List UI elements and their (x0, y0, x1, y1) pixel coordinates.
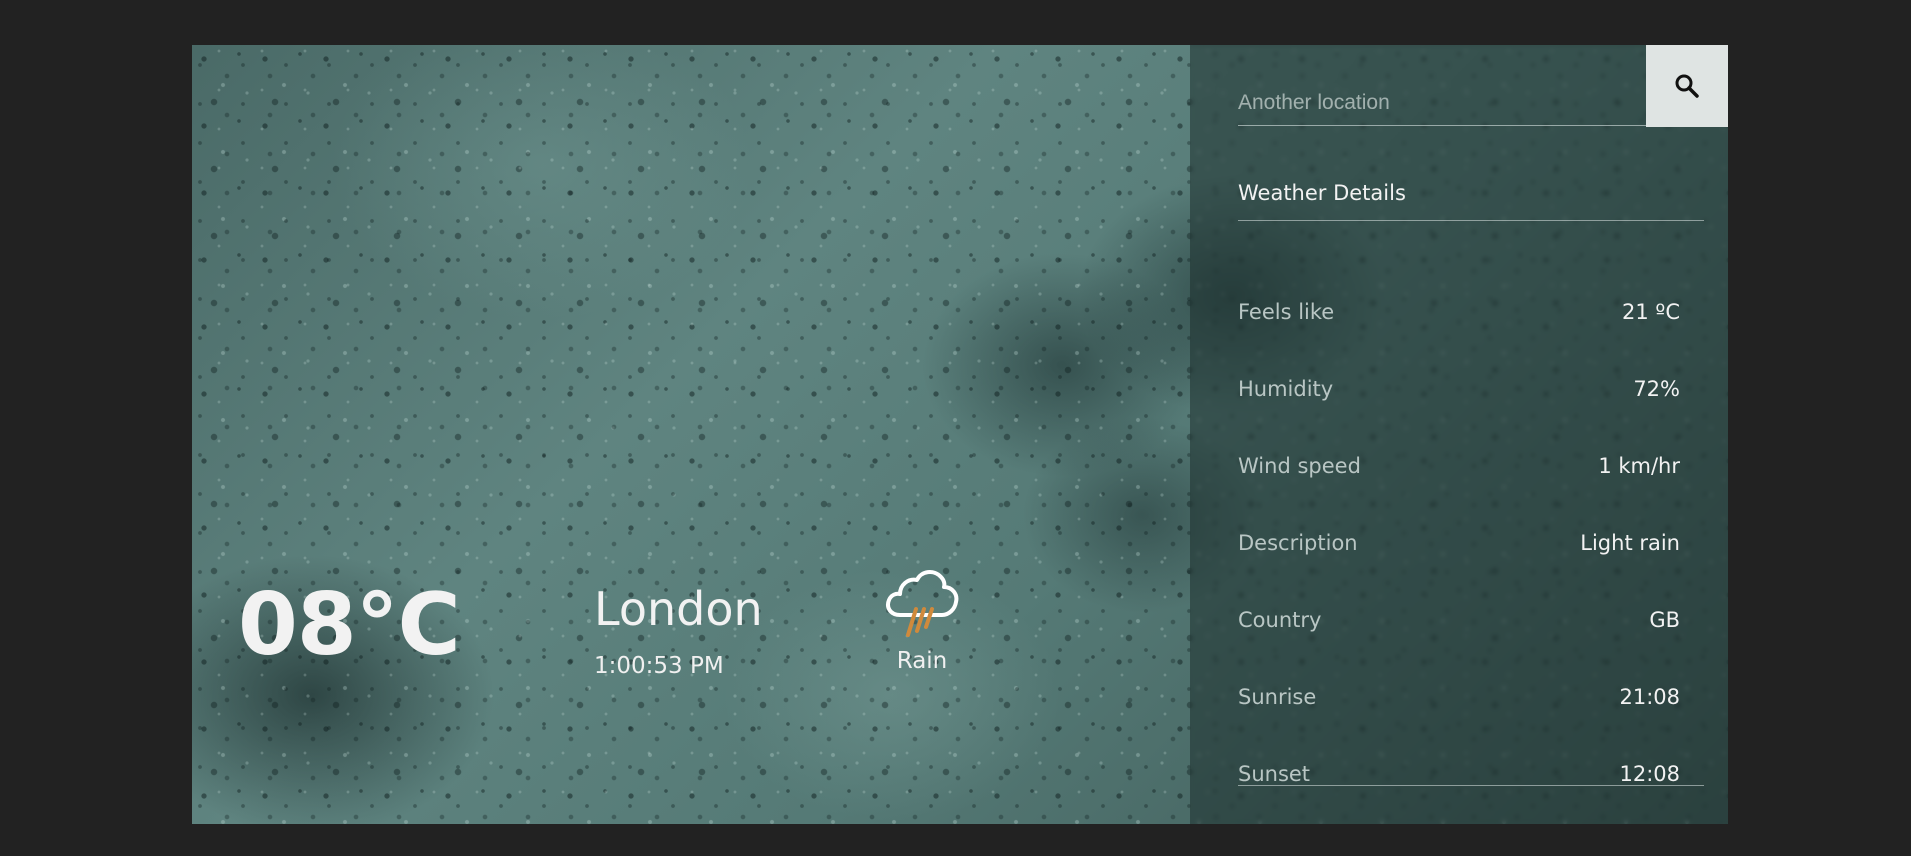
detail-label: Sunrise (1238, 685, 1317, 709)
detail-value: 21 ºC (1622, 300, 1680, 324)
condition-label: Rain (896, 648, 948, 674)
divider (1238, 785, 1704, 786)
weather-condition: Rain (882, 565, 962, 675)
weather-details-title: Weather Details (1238, 181, 1406, 205)
detail-value: 21:08 (1619, 685, 1680, 709)
detail-value: Light rain (1580, 531, 1680, 555)
detail-label: Humidity (1238, 377, 1334, 401)
search-button[interactable] (1646, 45, 1728, 127)
detail-row-description: Description Light rain (1238, 528, 1680, 605)
detail-label: Description (1238, 531, 1358, 555)
weather-details-list: Feels like 21 ºC Humidity 72% Wind speed… (1238, 297, 1680, 824)
detail-row-feels-like: Feels like 21 ºC (1238, 297, 1680, 374)
detail-value: 72% (1633, 377, 1680, 401)
detail-row-wind-speed: Wind speed 1 km/hr (1238, 451, 1680, 528)
detail-row-country: Country GB (1238, 605, 1680, 682)
details-panel: Weather Details Feels like 21 ºC Humidit… (1190, 45, 1728, 824)
current-weather: 08°C London 1:00:53 PM Rain (192, 45, 1190, 824)
location-search-input[interactable] (1238, 81, 1646, 126)
detail-label: Feels like (1238, 300, 1335, 324)
divider (1238, 220, 1704, 221)
rain-cloud-icon (886, 570, 959, 637)
detail-row-humidity: Humidity 72% (1238, 374, 1680, 451)
detail-label: Wind speed (1238, 454, 1361, 478)
current-temperature: 08°C (238, 575, 461, 675)
detail-row-sunrise: Sunrise 21:08 (1238, 682, 1680, 759)
weather-app: 08°C London 1:00:53 PM Rain Weather Deta… (192, 45, 1728, 824)
detail-value: 1 km/hr (1598, 454, 1680, 478)
search-icon (1675, 74, 1699, 98)
detail-row-sunset: Sunset 12:08 (1238, 759, 1680, 824)
detail-label: Country (1238, 608, 1322, 632)
local-time: 1:00:53 PM (594, 653, 724, 679)
city-name: London (594, 582, 763, 636)
detail-value: GB (1649, 608, 1680, 632)
